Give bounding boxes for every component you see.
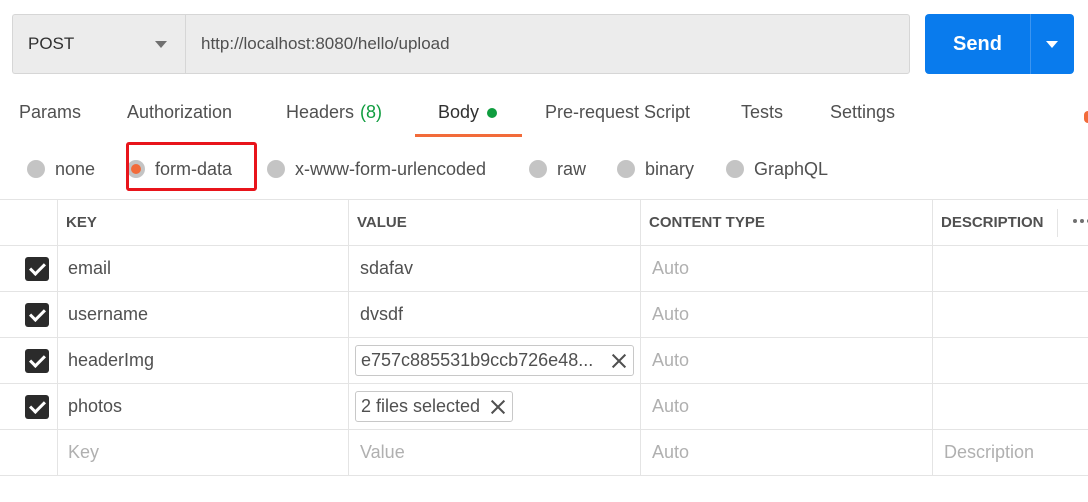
radio-circle-icon: [617, 160, 635, 178]
tab-label: Tests: [741, 102, 784, 122]
column-header-content-type: CONTENT TYPE: [649, 214, 765, 231]
row-key[interactable]: photos: [68, 384, 122, 429]
radio-circle-icon: [726, 160, 744, 178]
row-enabled-checkbox[interactable]: [25, 303, 49, 327]
active-tab-underline: [415, 134, 522, 137]
row-description[interactable]: [941, 384, 1081, 429]
tab-label: Headers: [286, 102, 355, 122]
file-chip[interactable]: 2 files selected: [355, 391, 514, 422]
file-name: e757c885531b9ccb726e48...: [361, 350, 594, 370]
headers-count: (8): [360, 102, 383, 122]
row-enabled-checkbox[interactable]: [25, 395, 49, 419]
url-text: http://localhost:8080/hello/upload: [201, 34, 450, 53]
tab-body[interactable]: Body: [438, 102, 498, 138]
radio-graphql[interactable]: GraphQL: [726, 157, 828, 181]
row-content-type[interactable]: Auto: [652, 384, 689, 429]
tab-label: Params: [19, 102, 82, 122]
column-header-description: DESCRIPTION: [941, 214, 1044, 231]
key-input[interactable]: Key: [68, 430, 99, 475]
chevron-down-icon: [1046, 41, 1058, 48]
table-row: headerImg e757c885531b9ccb726e48... Auto: [0, 338, 1088, 384]
tab-label: Body: [438, 102, 480, 122]
row-enabled-checkbox[interactable]: [25, 257, 49, 281]
radio-none[interactable]: none: [27, 157, 95, 181]
file-chip[interactable]: e757c885531b9ccb726e48...: [355, 345, 634, 376]
send-label: Send: [953, 32, 1002, 55]
tab-authorization[interactable]: Authorization: [127, 102, 232, 138]
description-input[interactable]: Description: [944, 430, 1034, 475]
row-content-type[interactable]: Auto: [652, 338, 689, 383]
radio-label: binary: [645, 158, 695, 179]
method-label: POST: [28, 34, 75, 53]
tab-pre-request-script[interactable]: Pre-request Script: [545, 102, 690, 138]
cookies-indicator-dot: [1084, 111, 1088, 123]
send-button[interactable]: Send: [925, 14, 1030, 74]
radio-binary[interactable]: binary: [617, 157, 694, 181]
active-indicator-dot: [487, 108, 498, 118]
close-icon[interactable]: [490, 399, 506, 415]
tab-tests[interactable]: Tests: [741, 102, 783, 138]
close-icon[interactable]: [611, 353, 627, 369]
tab-label: Settings: [830, 102, 896, 122]
row-value[interactable]: sdafav: [360, 246, 413, 291]
row-value[interactable]: dvsdf: [360, 292, 403, 337]
radio-circle-icon: [267, 160, 285, 178]
send-dropdown-button[interactable]: [1030, 14, 1074, 74]
table-header-row: KEY VALUE CONTENT TYPE DESCRIPTION: [0, 199, 1088, 246]
row-key[interactable]: headerImg: [68, 338, 154, 383]
row-content-type[interactable]: Auto: [652, 292, 689, 337]
file-name: 2 files selected: [361, 396, 481, 416]
row-enabled-checkbox[interactable]: [25, 349, 49, 373]
table-row-new: Key Value Auto Description: [0, 430, 1088, 476]
radio-x-www-form-urlencoded[interactable]: x-www-form-urlencoded: [267, 157, 486, 181]
radio-label: GraphQL: [754, 158, 829, 179]
more-options-icon[interactable]: [1073, 219, 1088, 223]
url-input[interactable]: http://localhost:8080/hello/upload: [185, 14, 910, 74]
tab-settings[interactable]: Settings: [830, 102, 895, 138]
row-description[interactable]: [941, 338, 1081, 383]
form-data-table: KEY VALUE CONTENT TYPE DESCRIPTION email…: [0, 199, 1088, 476]
tab-headers[interactable]: Headers (8): [286, 102, 382, 138]
column-header-key: KEY: [66, 214, 97, 231]
row-description[interactable]: [941, 292, 1081, 337]
row-key[interactable]: email: [68, 246, 111, 291]
tab-label: Pre-request Script: [545, 102, 691, 122]
radio-circle-icon: [529, 160, 547, 178]
row-content-type[interactable]: Auto: [652, 246, 689, 291]
column-header-value: VALUE: [357, 214, 407, 231]
table-row: email sdafav Auto: [0, 246, 1088, 292]
table-row: username dvsdf Auto: [0, 292, 1088, 338]
row-description[interactable]: [941, 246, 1081, 291]
tab-label: Authorization: [127, 102, 233, 122]
method-select[interactable]: POST: [12, 14, 185, 74]
chevron-down-icon: [155, 41, 167, 48]
radio-label: raw: [557, 158, 587, 179]
radio-label: x-www-form-urlencoded: [295, 158, 487, 179]
row-key[interactable]: username: [68, 292, 148, 337]
value-input[interactable]: Value: [360, 430, 405, 475]
radio-raw[interactable]: raw: [529, 157, 586, 181]
radio-circle-icon: [27, 160, 45, 178]
radio-label: none: [55, 158, 96, 179]
content-type-input[interactable]: Auto: [652, 430, 689, 475]
tab-params[interactable]: Params: [19, 102, 81, 138]
highlight-annotation: [126, 142, 257, 191]
table-row: photos 2 files selected Auto: [0, 384, 1088, 430]
